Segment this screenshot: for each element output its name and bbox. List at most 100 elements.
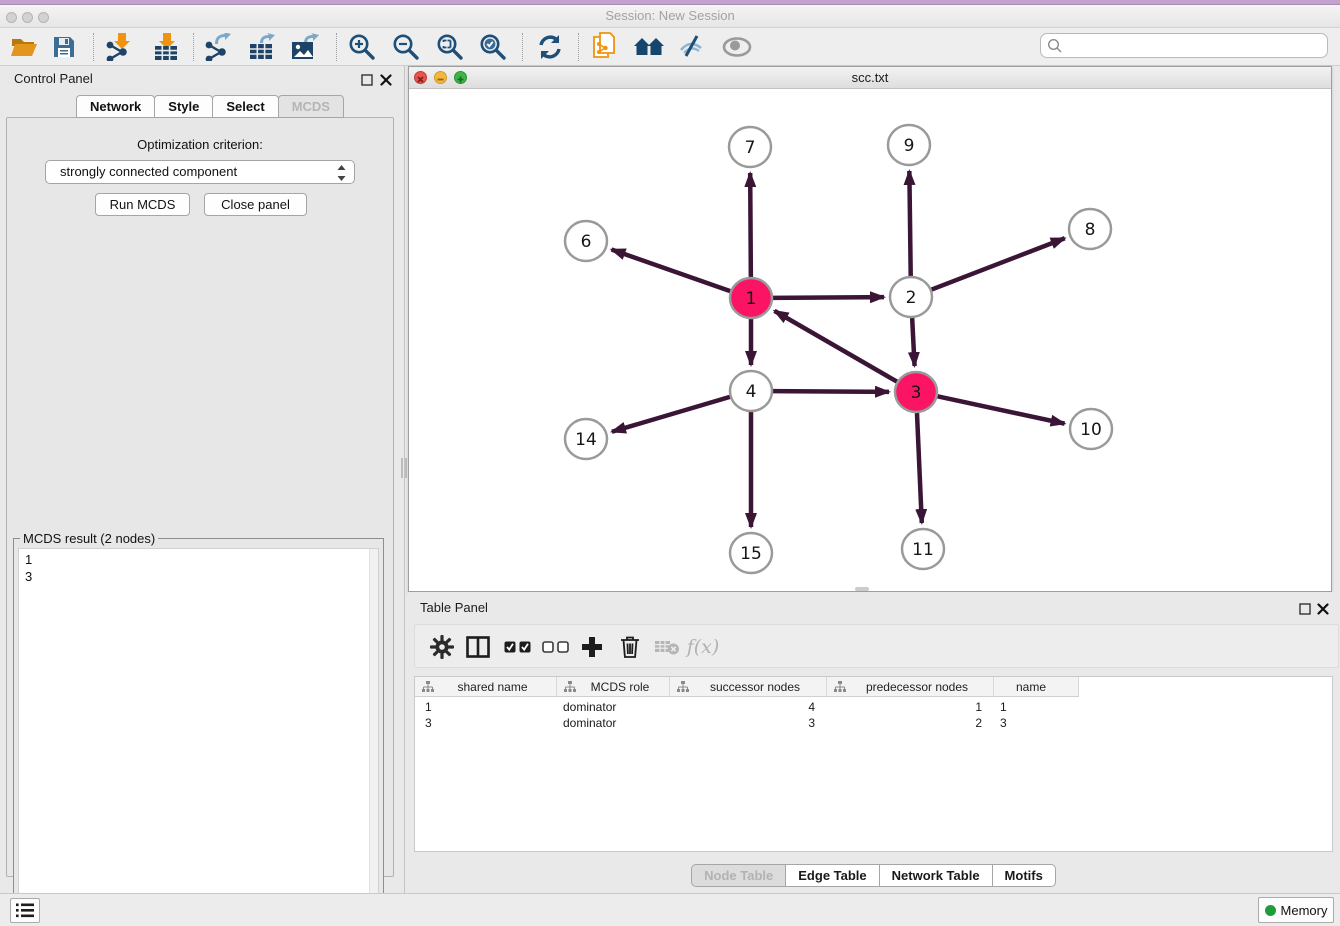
column-settings-button[interactable] <box>426 631 458 663</box>
edge-2-3[interactable] <box>912 318 914 366</box>
close-panel-button[interactable]: Close panel <box>204 193 307 216</box>
zoom-in-button[interactable] <box>345 31 379 63</box>
window-close-button[interactable] <box>6 12 17 23</box>
window-minimize-button[interactable] <box>22 12 33 23</box>
zoom-fit-button[interactable] <box>433 31 467 63</box>
function-builder-button[interactable]: f(x) <box>687 631 719 663</box>
edge-3-1[interactable] <box>774 311 896 382</box>
split-view-button[interactable] <box>462 631 494 663</box>
save-session-button[interactable] <box>47 31 81 63</box>
delete-table-button[interactable] <box>651 631 683 663</box>
table-panel: Table Panel <box>408 592 1340 892</box>
select-all-button[interactable] <box>501 631 533 663</box>
graph-node-label-4: 4 <box>746 382 757 402</box>
float-table-panel-icon[interactable] <box>1299 602 1311 614</box>
delete-column-button[interactable] <box>614 631 646 663</box>
table-cell[interactable]: 1 <box>415 699 557 715</box>
run-mcds-button[interactable]: Run MCDS <box>95 193 190 216</box>
add-column-button[interactable] <box>576 631 608 663</box>
edge-3-10[interactable] <box>938 396 1065 423</box>
checked-boxes-icon <box>504 641 531 653</box>
edge-2-8[interactable] <box>932 238 1065 289</box>
result-scrollbar[interactable] <box>369 549 378 910</box>
zoom-out-button[interactable] <box>389 31 423 63</box>
close-panel-icon[interactable] <box>380 73 392 85</box>
node-table[interactable]: shared nameMCDS rolesuccessor nodesprede… <box>414 676 1333 852</box>
task-history-button[interactable] <box>10 898 40 923</box>
table-cell[interactable]: 4 <box>670 699 827 715</box>
edge-4-14[interactable] <box>612 397 730 432</box>
toolbar-separator <box>522 33 523 61</box>
column-header-MCDS-role[interactable]: MCDS role <box>557 677 670 697</box>
edge-1-2[interactable] <box>773 297 884 298</box>
search-input[interactable] <box>1067 35 1322 56</box>
network-graph-canvas[interactable]: 7968124314101511 <box>409 89 1331 591</box>
tab-node-table[interactable]: Node Table <box>691 864 786 887</box>
memory-button[interactable]: Memory <box>1258 897 1334 923</box>
edge-2-9[interactable] <box>909 171 910 276</box>
hide-selected-button[interactable] <box>674 31 708 63</box>
trash-icon <box>619 635 641 659</box>
table-row[interactable]: 1dominator411 <box>415 699 1079 715</box>
mcds-result-area[interactable]: 1 3 <box>18 548 379 911</box>
column-header-name[interactable]: name <box>994 677 1079 697</box>
criterion-dropdown[interactable]: strongly connected component <box>45 160 355 184</box>
table-cell[interactable]: 3 <box>670 715 827 731</box>
edge-3-11[interactable] <box>917 413 922 523</box>
tab-motifs[interactable]: Motifs <box>992 864 1056 887</box>
table-row[interactable]: 3dominator323 <box>415 715 1079 731</box>
control-panel-tabs: NetworkStyleSelectMCDS <box>77 95 344 118</box>
network-minimize-button[interactable] <box>434 71 447 84</box>
deselect-all-button[interactable] <box>539 631 571 663</box>
apply-layout-button[interactable] <box>533 31 567 63</box>
column-header-predecessor-nodes[interactable]: predecessor nodes <box>827 677 994 697</box>
tab-network[interactable]: Network <box>76 95 155 118</box>
table-cell[interactable]: 2 <box>827 715 994 731</box>
graph-node-label-9: 9 <box>904 136 915 156</box>
network-maximize-button[interactable] <box>454 71 467 84</box>
clone-network-button[interactable] <box>588 31 622 63</box>
table-cell[interactable]: 1 <box>827 699 994 715</box>
import-table-button[interactable] <box>149 31 183 63</box>
control-panel-header: Control Panel <box>0 66 400 92</box>
table-cell[interactable]: dominator <box>557 699 670 715</box>
toolbar-separator <box>336 33 337 61</box>
float-panel-icon[interactable] <box>361 73 373 85</box>
tab-mcds[interactable]: MCDS <box>278 95 344 118</box>
toolbar-separator <box>578 33 579 61</box>
network-window-title: scc.txt <box>409 67 1331 88</box>
tab-edge-table[interactable]: Edge Table <box>785 864 879 887</box>
import-network-button[interactable] <box>102 31 136 63</box>
divider-grip[interactable] <box>401 458 407 478</box>
panel-divider[interactable] <box>404 66 405 893</box>
tab-select[interactable]: Select <box>212 95 278 118</box>
edge-1-7[interactable] <box>750 173 751 277</box>
table-cell[interactable]: 1 <box>994 699 1079 715</box>
fx-icon: f(x) <box>687 636 720 658</box>
export-image-button[interactable] <box>288 31 322 63</box>
table-cell[interactable]: 3 <box>415 715 557 731</box>
title-bar: Session: New Session <box>0 5 1340 28</box>
window-zoom-button[interactable] <box>38 12 49 23</box>
close-table-panel-icon[interactable] <box>1317 602 1329 614</box>
table-cell[interactable]: dominator <box>557 715 670 731</box>
show-all-button[interactable] <box>720 31 754 63</box>
zoom-selected-button[interactable] <box>476 31 510 63</box>
export-network-button[interactable] <box>201 31 235 63</box>
home-button[interactable] <box>632 31 666 63</box>
edge-1-6[interactable] <box>612 249 731 291</box>
import-network-icon <box>104 33 134 61</box>
tab-style[interactable]: Style <box>154 95 213 118</box>
plus-icon <box>581 636 603 658</box>
column-header-shared-name[interactable]: shared name <box>415 677 557 697</box>
criterion-value: strongly connected component <box>60 164 237 179</box>
open-session-button[interactable] <box>7 31 41 63</box>
clone-network-icon <box>591 32 619 62</box>
export-table-button[interactable] <box>245 31 279 63</box>
canvas-scrollbar-grip[interactable] <box>855 587 869 591</box>
network-close-button[interactable] <box>414 71 427 84</box>
edge-4-3[interactable] <box>773 391 889 392</box>
table-cell[interactable]: 3 <box>994 715 1079 731</box>
tab-network-table[interactable]: Network Table <box>879 864 993 887</box>
column-header-successor-nodes[interactable]: successor nodes <box>670 677 827 697</box>
